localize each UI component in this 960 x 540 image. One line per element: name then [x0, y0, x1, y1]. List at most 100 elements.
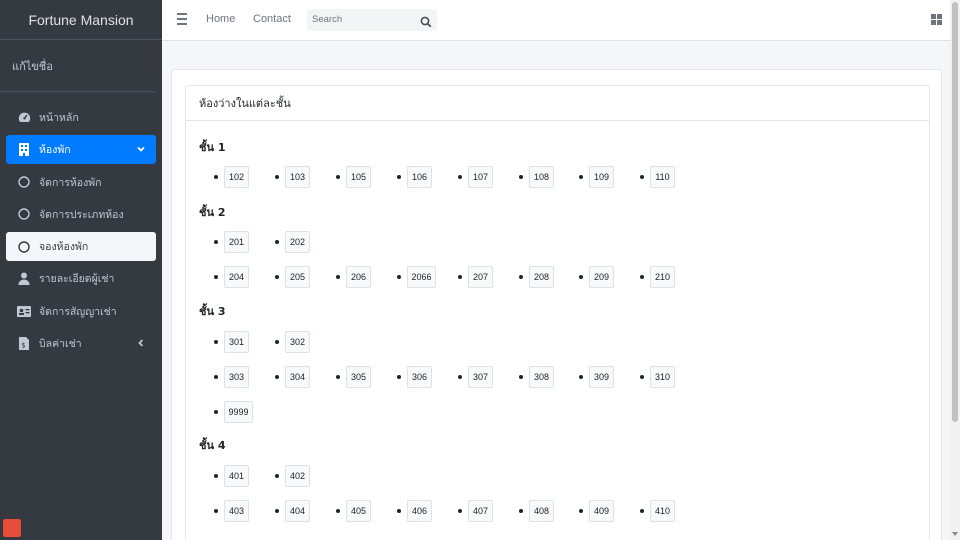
room-button[interactable]: 310 — [650, 366, 675, 388]
search-input[interactable]: Search — [312, 14, 342, 25]
search-icon[interactable] — [420, 13, 434, 28]
sidebar-item-contracts[interactable]: จัดการสัญญาเช่า — [6, 297, 156, 326]
sidebar-item-label: บิลค่าเช่า — [39, 338, 82, 351]
room-button[interactable]: 309 — [589, 366, 614, 388]
room-button[interactable]: 110 — [650, 166, 675, 188]
sidebar-item-room-types[interactable]: จัดการประเภทห้อง — [6, 200, 156, 229]
sidebar-item-rooms[interactable]: ห้องพัก — [6, 135, 156, 165]
sidebar-item-book-room[interactable]: จองห้องพัก — [6, 232, 156, 262]
list-bullet — [579, 275, 583, 279]
room-button[interactable]: 9999 — [224, 401, 253, 423]
room-button[interactable]: 403 — [224, 500, 249, 522]
room-button[interactable]: 209 — [589, 266, 614, 288]
room-button[interactable]: 207 — [468, 266, 493, 288]
list-bullet — [275, 340, 279, 344]
card-header: ห้องว่างในแต่ละชั้น — [186, 86, 929, 121]
building-icon — [17, 143, 31, 157]
chevron-down-icon — [135, 143, 147, 155]
list-bullet — [579, 509, 583, 513]
sidebar-item-invoices[interactable]: $ บิลค่าเช่า — [6, 329, 156, 358]
list-bullet — [519, 275, 523, 279]
menu-toggle-icon[interactable] — [177, 13, 187, 25]
room-button[interactable]: 408 — [529, 500, 554, 522]
circle-icon — [17, 240, 31, 254]
list-bullet — [519, 509, 523, 513]
user-icon — [17, 272, 31, 286]
sidebar-item-manage-rooms[interactable]: จัดการห้องพัก — [6, 168, 156, 197]
room-button[interactable]: 410 — [650, 500, 675, 522]
room-button[interactable]: 206 — [346, 266, 371, 288]
sidebar-item-label: รายละเอียดผู้เช่า — [39, 273, 115, 286]
list-bullet — [458, 275, 462, 279]
room-button[interactable]: 402 — [285, 465, 310, 487]
room-button[interactable]: 409 — [589, 500, 614, 522]
page-scrollbar[interactable] — [950, 0, 960, 540]
room-button[interactable]: 109 — [589, 166, 614, 188]
room-button[interactable]: 407 — [468, 500, 493, 522]
apps-grid-icon[interactable] — [931, 14, 942, 25]
sidebar-item-tenants[interactable]: รายละเอียดผู้เช่า — [6, 264, 156, 293]
room-button[interactable]: 102 — [224, 166, 249, 188]
nav-home-link[interactable]: Home — [206, 13, 235, 25]
room-button[interactable]: 308 — [529, 366, 554, 388]
room-button[interactable]: 106 — [407, 166, 432, 188]
room-button[interactable]: 401 — [224, 465, 249, 487]
search-box[interactable]: Search — [307, 9, 437, 31]
sidebar-item-label: จัดการสัญญาเช่า — [39, 305, 117, 318]
room-button[interactable]: 202 — [285, 231, 310, 253]
scroll-down-arrow-icon[interactable] — [952, 532, 958, 536]
nav-contact-link[interactable]: Contact — [253, 13, 291, 25]
room-button[interactable]: 405 — [346, 500, 371, 522]
sidebar: Fortune Mansion แก้ไขชื่อ หน้าหลัก ห้องพ… — [0, 0, 162, 540]
sidebar-item-label: หน้าหลัก — [39, 112, 79, 124]
room-button[interactable]: 210 — [650, 266, 675, 288]
room-button[interactable]: 201 — [224, 231, 249, 253]
list-bullet — [579, 375, 583, 379]
room-button[interactable]: 107 — [468, 166, 493, 188]
user-panel[interactable]: แก้ไขชื่อ — [0, 40, 155, 92]
floor-title: ชั้น 2 — [199, 206, 226, 219]
scrollbar-thumb[interactable] — [952, 2, 958, 422]
room-button[interactable]: 204 — [224, 266, 249, 288]
list-bullet — [275, 474, 279, 478]
room-button[interactable]: 305 — [346, 366, 371, 388]
room-button[interactable]: 302 — [285, 331, 310, 353]
list-bullet — [336, 375, 340, 379]
user-name[interactable]: แก้ไขชื่อ — [12, 57, 53, 75]
sidebar-item-label: จองห้องพัก — [39, 241, 89, 254]
room-button[interactable]: 205 — [285, 266, 310, 288]
app-badge-icon[interactable] — [3, 519, 21, 537]
list-bullet — [275, 509, 279, 513]
room-button[interactable]: 2066 — [407, 266, 436, 288]
sidebar-item-label: จัดการประเภทห้อง — [39, 208, 124, 221]
list-bullet — [214, 175, 218, 179]
top-navbar: Home Contact Search — [162, 0, 960, 41]
room-button[interactable]: 108 — [529, 166, 554, 188]
room-button[interactable]: 208 — [529, 266, 554, 288]
id-card-icon — [17, 304, 31, 318]
room-button[interactable]: 301 — [224, 331, 249, 353]
list-bullet — [214, 410, 218, 414]
floor-title: ชั้น 3 — [199, 305, 226, 318]
list-bullet — [640, 509, 644, 513]
content-wrapper: ห้องว่างในแต่ละชั้น ชั้น 1 102 103 105 106 10… — [171, 69, 942, 540]
sidebar-nav: หน้าหลัก ห้องพัก จัดการห้องพัก จัดการประ… — [0, 92, 162, 358]
room-button[interactable]: 105 — [346, 166, 371, 188]
list-bullet — [214, 474, 218, 478]
list-bullet — [519, 175, 523, 179]
room-button[interactable]: 103 — [285, 166, 310, 188]
list-bullet — [640, 275, 644, 279]
room-button[interactable]: 307 — [468, 366, 493, 388]
room-button[interactable]: 304 — [285, 366, 310, 388]
list-bullet — [336, 509, 340, 513]
room-button[interactable]: 406 — [407, 500, 432, 522]
room-button[interactable]: 303 — [224, 366, 249, 388]
list-bullet — [397, 275, 401, 279]
list-bullet — [458, 175, 462, 179]
circle-icon — [17, 207, 31, 221]
room-button[interactable]: 306 — [407, 366, 432, 388]
sidebar-item-home[interactable]: หน้าหลัก — [6, 103, 156, 132]
brand-link[interactable]: Fortune Mansion — [0, 0, 162, 40]
room-button[interactable]: 404 — [285, 500, 310, 522]
list-bullet — [397, 175, 401, 179]
